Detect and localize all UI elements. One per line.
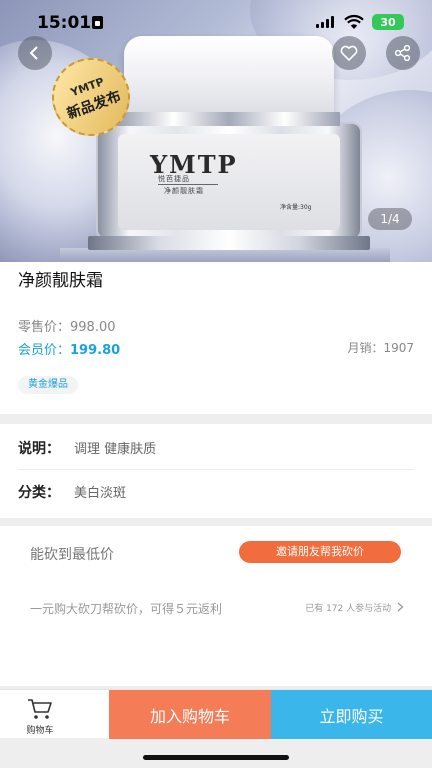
- member-price-value: 199.80: [70, 343, 121, 358]
- description-value: 调理 健康肤质: [74, 442, 157, 457]
- product-tag: 黄金爆品: [18, 376, 78, 394]
- jar-label: [118, 134, 340, 230]
- product-info-card: 净颜靓肤霜 零售价：998.00 会员价：199.80 月销：1907 黄金爆品: [0, 262, 432, 414]
- jar-divider: [158, 184, 218, 185]
- display-podium: [60, 248, 390, 262]
- cart-tab[interactable]: 购物车: [0, 690, 109, 739]
- chevron-left-icon: [29, 46, 38, 60]
- share-icon: [394, 44, 411, 62]
- monthly-sales-value: 1907: [383, 341, 414, 355]
- home-indicator[interactable]: [143, 755, 289, 760]
- participants-text: 已有 172 人参与活动: [305, 604, 392, 614]
- product-title: 净颜靓肤霜: [18, 271, 103, 291]
- retail-price: 零售价：998.00: [18, 316, 116, 335]
- category-row: 分类： 美白淡斑: [18, 482, 414, 502]
- jar-brand-sub: 悦芭捷品: [158, 175, 190, 183]
- cart-label: 购物车: [26, 726, 54, 736]
- jar-base: [88, 236, 370, 250]
- participants-link[interactable]: 已有 172 人参与活动: [305, 601, 404, 614]
- category-label: 分类：: [18, 485, 60, 501]
- status-bar: 15:01 30: [0, 0, 432, 44]
- monthly-sales-label: 月销：: [347, 341, 384, 355]
- jar-product-name: 净颜靓肤霜: [164, 187, 204, 195]
- description-label: 说明：: [18, 441, 60, 457]
- add-to-cart-button[interactable]: 加入购物车: [109, 690, 271, 739]
- favorite-button[interactable]: [332, 36, 366, 70]
- cellular-signal-icon: [316, 16, 336, 28]
- member-price: 会员价：199.80: [18, 339, 120, 358]
- shopping-cart-icon: [28, 699, 52, 719]
- category-value: 美白淡斑: [74, 486, 127, 501]
- wifi-icon: [344, 14, 364, 34]
- jar-net-content: 净含量:30g: [280, 204, 312, 211]
- share-button[interactable]: [386, 36, 420, 70]
- image-pager: 1/4: [368, 208, 412, 230]
- jar-lid: [124, 36, 334, 122]
- heart-icon: [340, 45, 358, 61]
- monthly-sales: 月销：1907: [347, 339, 414, 356]
- retail-price-value: 998.00: [70, 320, 116, 335]
- chevron-right-icon: [397, 602, 404, 612]
- bargain-card: 能砍到最低价 邀请朋友帮我砍价 一元购大砍刀帮砍价，可得５元返利 已有 172 …: [0, 526, 432, 686]
- retail-price-label: 零售价：: [18, 320, 71, 335]
- jar-collar: [118, 112, 340, 126]
- invite-friends-button[interactable]: 邀请朋友帮我砍价: [239, 541, 401, 563]
- bargain-description: 一元购大砍刀帮砍价，可得５元返利: [30, 602, 223, 616]
- bargain-title: 能砍到最低价: [30, 547, 114, 563]
- member-price-label: 会员价：: [18, 343, 71, 358]
- product-details-card: 说明： 调理 健康肤质 分类： 美白淡斑: [0, 424, 432, 518]
- battery-icon: 30: [372, 14, 404, 30]
- status-time: 15:01: [37, 13, 92, 33]
- back-button[interactable]: [18, 36, 52, 70]
- bottom-action-bar: 购物车 加入购物车 立即购买: [0, 689, 432, 739]
- description-row: 说明： 调理 健康肤质: [18, 438, 414, 470]
- sim-card-icon: [92, 16, 103, 29]
- buy-now-button[interactable]: 立即购买: [271, 690, 432, 739]
